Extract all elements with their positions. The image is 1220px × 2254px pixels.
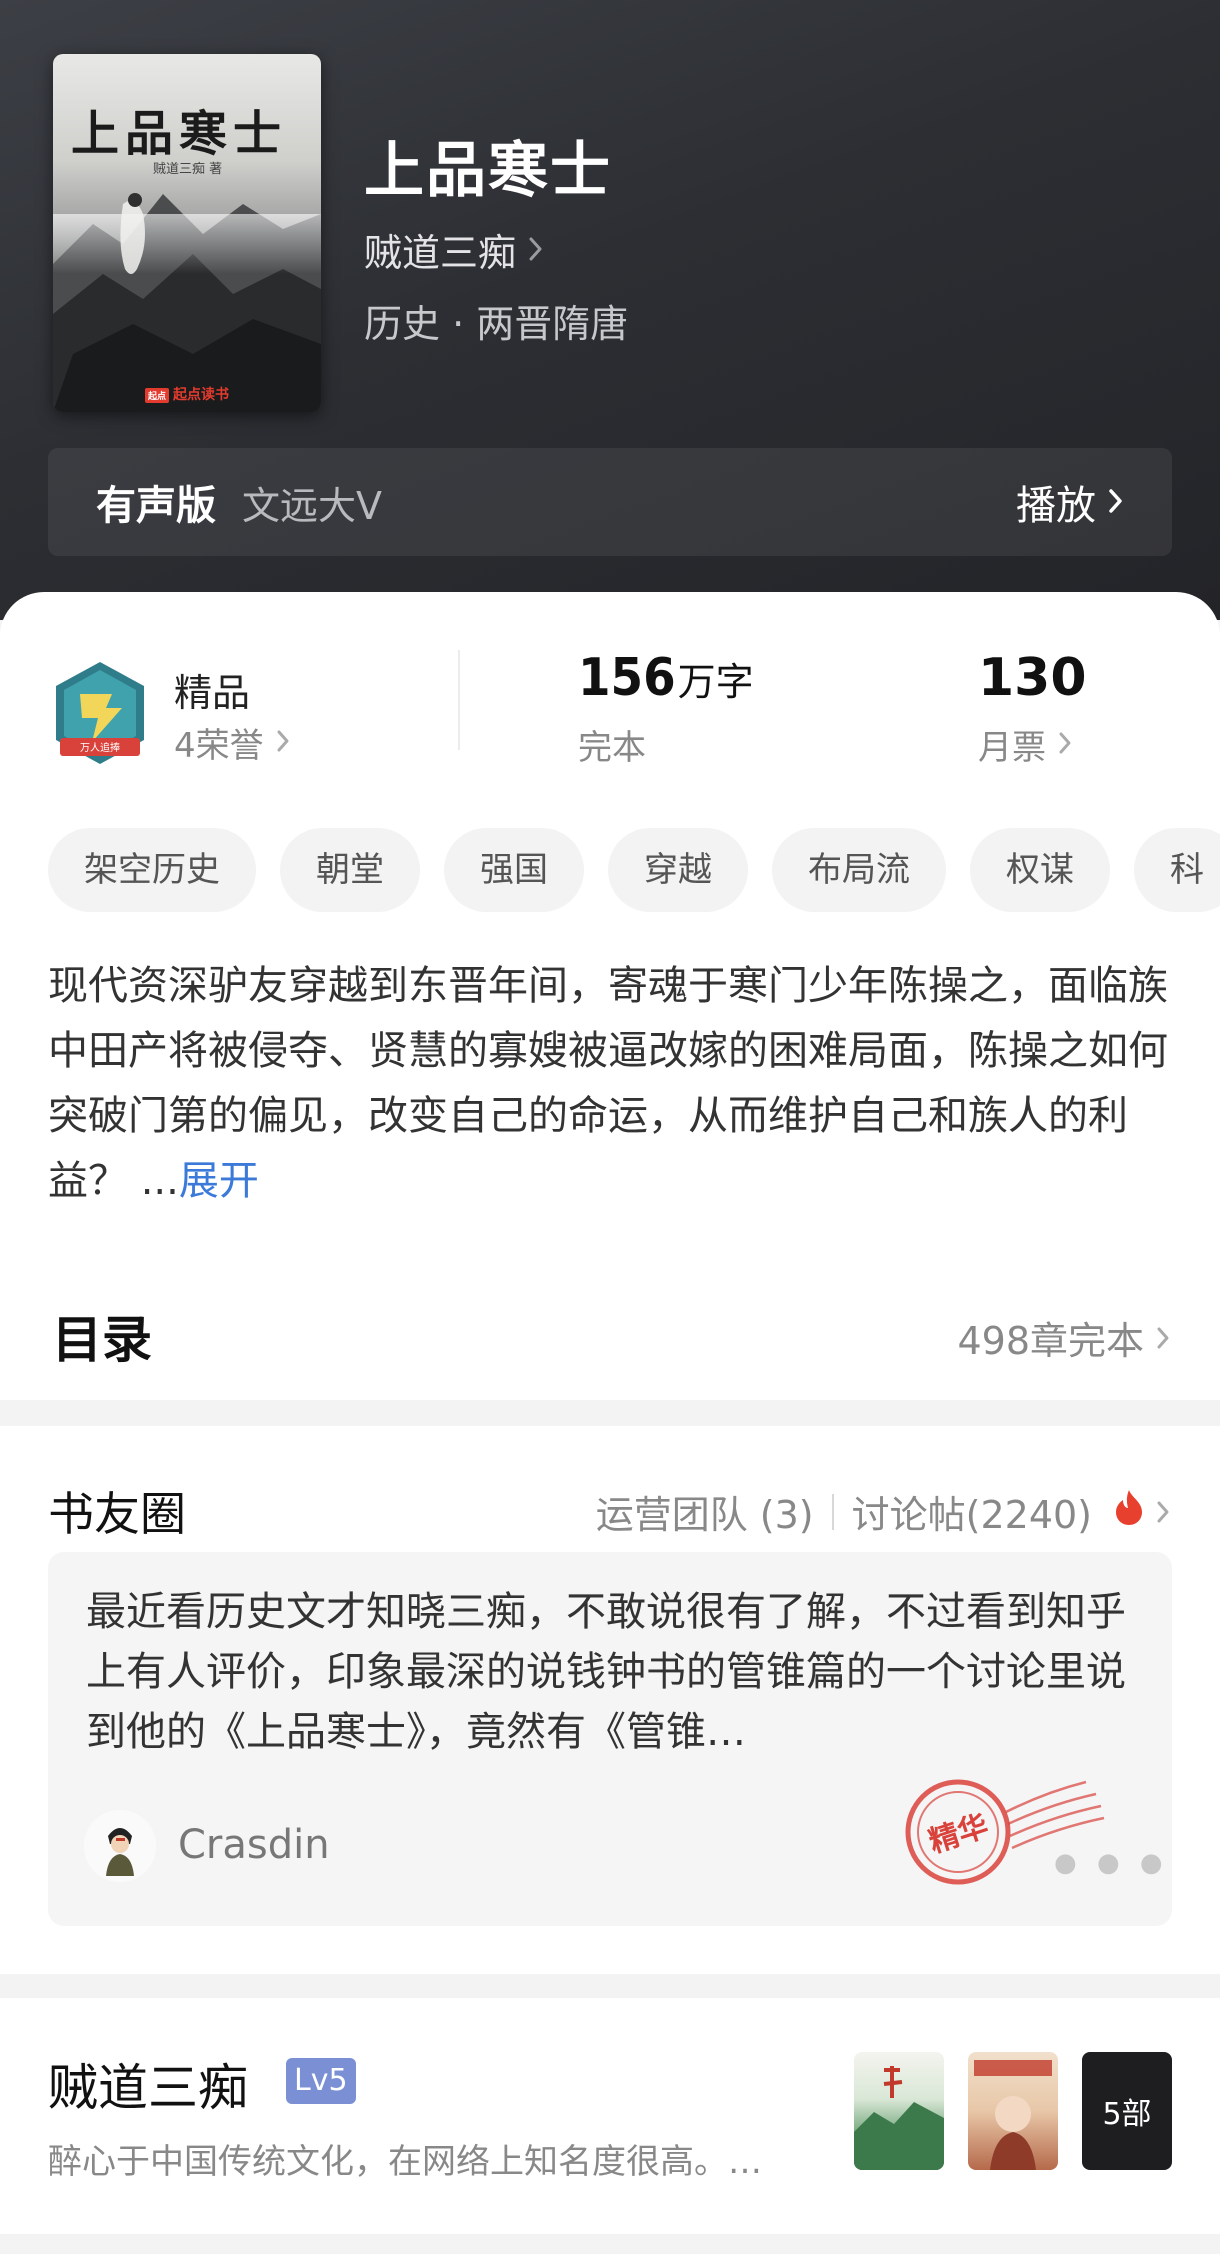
book-header: 上品寒士 贼道三痴 著 起点 起点读书 上品寒士 贼道三痴 历史 · 两晋隋唐 有… bbox=[0, 0, 1220, 620]
chapter-count: 498章完本 bbox=[957, 1319, 1144, 1363]
monthly-tickets-count: 130 bbox=[978, 648, 1087, 708]
audio-edition-bar[interactable]: 有声版 文远大V 播放 bbox=[48, 448, 1172, 556]
audio-label: 有声版 bbox=[96, 483, 216, 529]
tag-chip[interactable]: 强国 bbox=[444, 828, 584, 912]
badge-text: 万人追捧 bbox=[80, 741, 120, 754]
divider bbox=[831, 1493, 834, 1530]
community-link[interactable]: 运营团队 (3) 讨论帖(2240) bbox=[596, 1484, 1170, 1539]
tag-chip[interactable]: 布局流 bbox=[772, 828, 946, 912]
chevron-right-icon bbox=[1058, 725, 1072, 765]
bottom-spacer bbox=[0, 2234, 1220, 2254]
honor-count: 4荣誉 bbox=[174, 726, 264, 766]
work-cover[interactable] bbox=[968, 2052, 1058, 2170]
more-options-icon[interactable]: ● ● ● bbox=[1054, 1848, 1169, 1878]
chevron-right-icon bbox=[1108, 479, 1124, 525]
ops-team-count: 运营团队 (3) bbox=[595, 1493, 814, 1537]
tag-chip[interactable]: 穿越 bbox=[608, 828, 748, 912]
expand-link[interactable]: 展开 bbox=[179, 1158, 259, 1204]
post-text: 最近看历史文才知晓三痴，不敢说很有了解，不过看到知乎上有人评价，印象最深的说钱钟… bbox=[86, 1589, 1126, 1755]
author-card[interactable]: 贼道三痴 Lv5 醉心于中国传统文化，在网络上知名度很高。… 5部 bbox=[0, 1998, 1220, 2234]
more-works-button[interactable]: 5部 bbox=[1082, 2052, 1172, 2170]
reader-community-card: 书友圈 运营团队 (3) 讨论帖(2240) 最近看历史文才知晓三痴，不敢说很有… bbox=[0, 1426, 1220, 1974]
chevron-right-icon bbox=[1156, 1316, 1170, 1360]
book-info-card: 万人追捧 精品 4荣誉 156万字 完本 130 月票 架空历史 朝堂 强国 穿… bbox=[0, 592, 1220, 1400]
book-category: 历史 · 两晋隋唐 bbox=[364, 302, 629, 346]
word-count-number: 156 bbox=[578, 648, 676, 708]
author-link[interactable]: 贼道三痴 bbox=[364, 222, 544, 277]
author-name: 贼道三痴 bbox=[364, 231, 517, 275]
community-title: 书友圈 bbox=[48, 1487, 186, 1541]
post-username[interactable]: Crasdin bbox=[178, 1822, 330, 1868]
monthly-tickets-label: 月票 bbox=[978, 728, 1046, 768]
tag-chip[interactable]: 科 bbox=[1134, 828, 1220, 912]
discussion-count: 讨论帖(2240) bbox=[851, 1493, 1092, 1537]
cover-author: 贼道三痴 著 bbox=[153, 162, 223, 177]
monthly-tickets-link[interactable]: 月票 bbox=[978, 720, 1072, 769]
cover-title: 上品寒士 bbox=[71, 106, 288, 162]
honor-link[interactable]: 4荣誉 bbox=[174, 718, 290, 767]
featured-post[interactable]: 最近看历史文才知晓三痴，不敢说很有了解，不过看到知乎上有人评价，印象最深的说钱钟… bbox=[48, 1552, 1172, 1926]
tag-chip[interactable]: 架空历史 bbox=[48, 828, 256, 912]
work-cover[interactable] bbox=[854, 2052, 944, 2170]
book-cover[interactable]: 上品寒士 贼道三痴 著 起点 起点读书 bbox=[53, 54, 321, 412]
toc-meta: 498章完本 bbox=[957, 1310, 1170, 1365]
play-label: 播放 bbox=[1016, 483, 1096, 529]
audio-narrator: 文远大V bbox=[242, 483, 382, 528]
completion-status: 完本 bbox=[578, 728, 646, 768]
stamp-text: 精华 bbox=[925, 1808, 993, 1860]
author-name: 贼道三痴 bbox=[48, 2059, 248, 2117]
author-level-badge: Lv5 bbox=[286, 2058, 356, 2104]
play-button[interactable]: 播放 bbox=[1016, 473, 1124, 531]
book-title: 上品寒士 bbox=[364, 136, 612, 206]
tag-chip[interactable]: 朝堂 bbox=[280, 828, 420, 912]
honor-title: 精品 bbox=[174, 671, 251, 715]
featured-stamp-icon: 精华 bbox=[905, 1779, 1105, 1885]
word-count-unit: 万字 bbox=[677, 660, 754, 704]
chevron-right-icon bbox=[1156, 1490, 1170, 1534]
chevron-right-icon bbox=[528, 228, 544, 272]
tag-chip[interactable]: 权谋 bbox=[970, 828, 1110, 912]
cover-publisher: 起点 起点读书 bbox=[53, 384, 321, 404]
stat-divider bbox=[458, 650, 460, 750]
honor-badge-icon[interactable]: 万人追捧 bbox=[52, 660, 148, 768]
publisher-name: 起点读书 bbox=[173, 387, 229, 403]
word-count: 156万字 bbox=[578, 648, 754, 708]
toc-title: 目录 bbox=[52, 1311, 152, 1369]
tag-list: 架空历史 朝堂 强国 穿越 布局流 权谋 科 bbox=[48, 828, 1220, 912]
avatar[interactable] bbox=[84, 1810, 156, 1882]
author-works: 5部 bbox=[854, 2052, 1172, 2172]
publisher-logo: 起点 bbox=[144, 387, 169, 403]
book-intro[interactable]: 现代资深驴友穿越到东晋年间，寄魂于寒门少年陈操之，面临族中田产将被侵夺、贤慧的寡… bbox=[48, 954, 1178, 1214]
author-bio: 醉心于中国传统文化，在网络上知名度很高。… bbox=[48, 2142, 762, 2182]
table-of-contents-row[interactable]: 目录 498章完本 bbox=[0, 1282, 1220, 1382]
chevron-right-icon bbox=[276, 723, 290, 763]
fire-icon bbox=[1114, 1488, 1144, 1535]
